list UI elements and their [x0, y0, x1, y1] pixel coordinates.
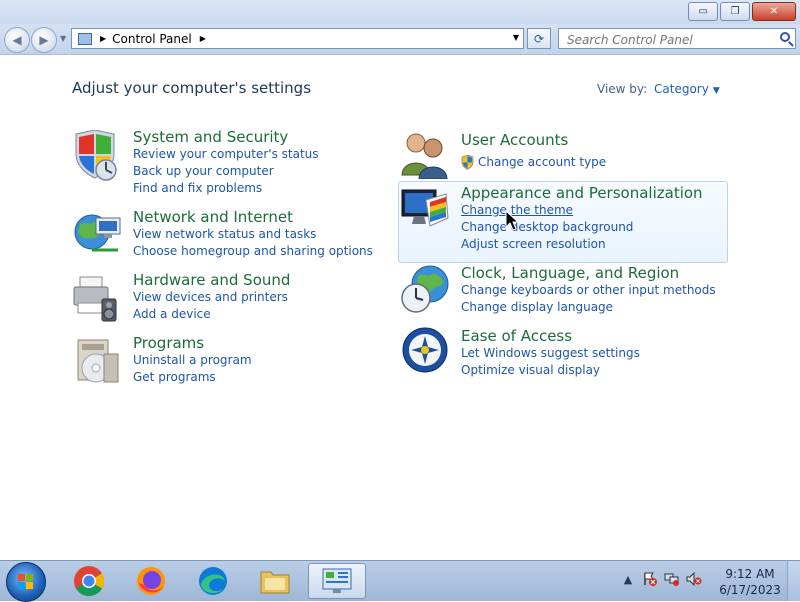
link-optimize-display[interactable]: Optimize visual display	[461, 362, 640, 379]
back-button[interactable]: ◀	[4, 27, 30, 53]
shield-icon	[75, 130, 117, 181]
minimize-button[interactable]: ▭	[688, 2, 718, 21]
ease-of-access-icon	[402, 327, 448, 373]
programs-disc-icon	[77, 339, 119, 383]
control-panel-icon	[322, 568, 352, 593]
address-dropdown-icon[interactable]: ▼	[513, 33, 519, 42]
breadcrumb-control-panel[interactable]: Control Panel	[112, 32, 192, 46]
maximize-button[interactable]: ❐	[720, 2, 750, 21]
link-desktop-background[interactable]: Change desktop background	[461, 219, 703, 236]
category-title[interactable]: Ease of Access	[461, 327, 640, 345]
view-by-label: View by:	[597, 82, 648, 96]
uac-shield-icon	[461, 155, 474, 170]
chrome-icon	[74, 566, 105, 597]
link-uninstall[interactable]: Uninstall a program	[133, 352, 252, 369]
taskbar: ▲ 9:12 AM 6/17/2023	[0, 560, 800, 602]
link-suggest-settings[interactable]: Let Windows suggest settings	[461, 345, 640, 362]
link-review-status[interactable]: Review your computer's status	[133, 146, 319, 163]
page-title: Adjust your computer's settings	[72, 79, 312, 97]
link-devices-printers[interactable]: View devices and printers	[133, 289, 290, 306]
title-bar: ▭ ❐ ✕	[0, 0, 800, 24]
recent-pages-dropdown[interactable]: ▼	[60, 34, 66, 43]
users-icon	[401, 133, 448, 179]
forward-arrow-icon: ▶	[39, 33, 49, 47]
action-center-icon[interactable]	[642, 571, 658, 587]
window-controls: ▭ ❐ ✕	[688, 2, 796, 21]
breadcrumb-separator-icon[interactable]: ▶	[200, 34, 206, 43]
control-panel-small-icon	[78, 32, 92, 45]
show-hidden-icons-button[interactable]: ▲	[620, 571, 636, 587]
windows-logo-icon	[18, 574, 34, 590]
chevron-down-icon: ▼	[712, 86, 720, 96]
link-display-language[interactable]: Change display language	[461, 299, 716, 316]
system-tray: ▲	[620, 571, 702, 587]
monitor-palette-icon	[401, 189, 449, 227]
link-get-programs[interactable]: Get programs	[133, 369, 252, 386]
link-network-status[interactable]: View network status and tasks	[133, 226, 373, 243]
link-text: Change account type	[478, 155, 607, 169]
volume-muted-icon[interactable]	[686, 571, 702, 587]
clock-time: 9:12 AM	[725, 567, 775, 581]
address-bar[interactable]: ▶ Control Panel ▶ ▼	[71, 28, 524, 49]
navigation-bar: ◀ ▶ ▼ ▶ Control Panel ▶ ▼ ⟳	[0, 24, 800, 55]
back-arrow-icon: ◀	[12, 33, 22, 47]
taskbar-edge[interactable]	[186, 563, 240, 599]
view-by-dropdown[interactable]: Category ▼	[654, 82, 720, 96]
search-box[interactable]	[558, 28, 796, 50]
link-homegroup[interactable]: Choose homegroup and sharing options	[133, 243, 373, 260]
category-title[interactable]: Hardware and Sound	[133, 271, 290, 289]
category-title[interactable]: Network and Internet	[133, 208, 373, 226]
search-input[interactable]	[565, 30, 774, 50]
show-desktop-button[interactable]	[787, 561, 800, 601]
link-screen-resolution[interactable]: Adjust screen resolution	[461, 236, 703, 253]
category-title[interactable]: Clock, Language, and Region	[461, 264, 716, 282]
taskbar-chrome[interactable]	[62, 563, 116, 599]
taskbar-firefox[interactable]	[124, 563, 178, 599]
clock-globe-icon	[401, 265, 449, 313]
forward-button[interactable]: ▶	[31, 27, 57, 53]
search-icon[interactable]	[780, 32, 790, 42]
chevron-up-icon: ▲	[623, 572, 633, 586]
close-icon: ✕	[769, 6, 779, 17]
breadcrumb-separator-icon[interactable]: ▶	[100, 34, 106, 43]
close-button[interactable]: ✕	[752, 2, 796, 21]
clock[interactable]: 9:12 AM 6/17/2023	[718, 566, 782, 598]
maximize-icon: ❐	[730, 6, 740, 17]
link-change-keyboards[interactable]: Change keyboards or other input methods	[461, 282, 716, 299]
printer-speaker-icon	[73, 276, 117, 322]
taskbar-control-panel[interactable]	[308, 563, 366, 599]
file-explorer-icon	[260, 571, 290, 594]
view-by-value: Category	[654, 82, 709, 96]
firefox-icon	[137, 567, 165, 595]
chevron-down-icon: ▼	[60, 34, 67, 43]
category-title[interactable]: Appearance and Personalization	[461, 184, 703, 202]
clock-date: 6/17/2023	[719, 583, 781, 597]
link-change-theme[interactable]: Change the theme	[461, 202, 703, 219]
start-button[interactable]	[6, 562, 46, 602]
refresh-icon: ⟳	[533, 31, 545, 46]
network-icon[interactable]	[664, 571, 680, 587]
refresh-button[interactable]: ⟳	[527, 28, 551, 49]
minimize-icon: ▭	[698, 6, 708, 17]
category-title[interactable]: Programs	[133, 334, 252, 352]
link-add-device[interactable]: Add a device	[133, 306, 290, 323]
link-backup[interactable]: Back up your computer	[133, 163, 319, 180]
taskbar-file-explorer[interactable]	[248, 563, 302, 599]
globe-network-icon	[74, 214, 121, 252]
control-panel-content: Adjust your computer's settings View by:…	[0, 55, 800, 560]
category-title[interactable]: System and Security	[133, 128, 319, 146]
mouse-cursor-icon	[505, 210, 519, 231]
link-change-account-type[interactable]: Change account type	[461, 154, 606, 171]
category-title[interactable]: User Accounts	[461, 131, 606, 149]
edge-icon	[199, 567, 227, 595]
link-find-fix[interactable]: Find and fix problems	[133, 180, 319, 197]
